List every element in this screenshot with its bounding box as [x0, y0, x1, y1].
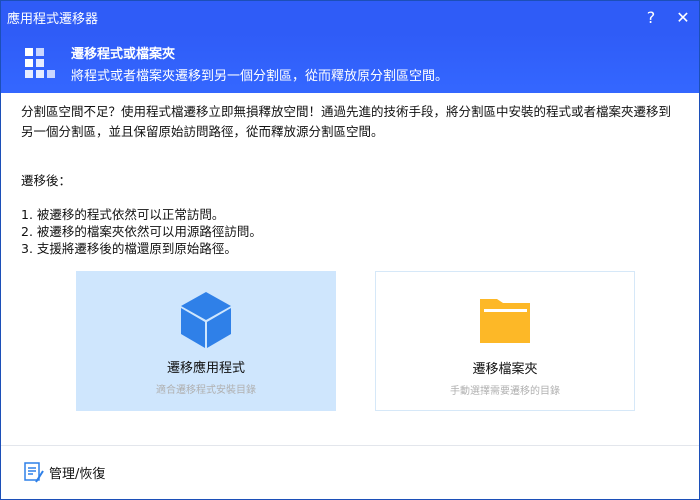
option-subtitle: 手動選擇需要遷移的目錄 — [450, 386, 560, 397]
notepad-edit-icon — [24, 462, 44, 483]
option-subtitle: 適合遷移程式安裝目錄 — [156, 385, 256, 396]
benefit-item: 1. 被遷移的程式依然可以正常訪問。 — [21, 207, 225, 222]
benefit-item: 3. 支援將遷移後的檔還原到原始路徑。 — [21, 241, 237, 256]
header-banner: 遷移程式或檔案夾 將程式或者檔案夾遷移到另一個分割區，從而釋放原分割區空間。 — [1, 33, 699, 93]
app-migrator-window: 應用程式遷移器 ? ✕ 遷移程式或檔案夾 將程式或者檔案夾遷移到另一個分割區，從… — [0, 0, 700, 500]
migrate-folder-option[interactable]: 遷移檔案夾 手動選擇需要遷移的目錄 — [375, 271, 635, 411]
header-title: 遷移程式或檔案夾 — [71, 46, 176, 62]
option-title: 遷移應用程式 — [166, 361, 245, 376]
benefits-list: 1. 被遷移的程式依然可以正常訪問。 2. 被遷移的檔案夾依然可以用源路徑訪問。… — [21, 206, 262, 257]
description-text: 分割區空間不足？使用程式檔遷移立即無損釋放空間！通過先進的技術手段，將分割區中安… — [21, 104, 672, 139]
grid-icon — [25, 48, 55, 78]
manage-restore-label: 管理/恢復 — [49, 466, 106, 482]
option-title: 遷移檔案夾 — [472, 362, 538, 377]
after-migration-label: 遷移後： — [21, 173, 72, 188]
window-title: 應用程式遷移器 — [7, 11, 99, 27]
footer-divider — [1, 445, 699, 446]
title-bar: 應用程式遷移器 ? ✕ — [1, 1, 699, 33]
cube-icon — [181, 292, 231, 348]
benefit-item: 2. 被遷移的檔案夾依然可以用源路徑訪問。 — [21, 224, 262, 239]
header-subtitle: 將程式或者檔案夾遷移到另一個分割區，從而釋放原分割區空間。 — [71, 68, 449, 84]
close-button[interactable]: ✕ — [667, 1, 699, 33]
folder-icon — [480, 299, 530, 343]
help-button[interactable]: ? — [635, 1, 667, 33]
manage-restore-button[interactable]: 管理/恢復 — [23, 461, 105, 483]
migrate-app-option[interactable]: 遷移應用程式 適合遷移程式安裝目錄 — [76, 271, 336, 411]
